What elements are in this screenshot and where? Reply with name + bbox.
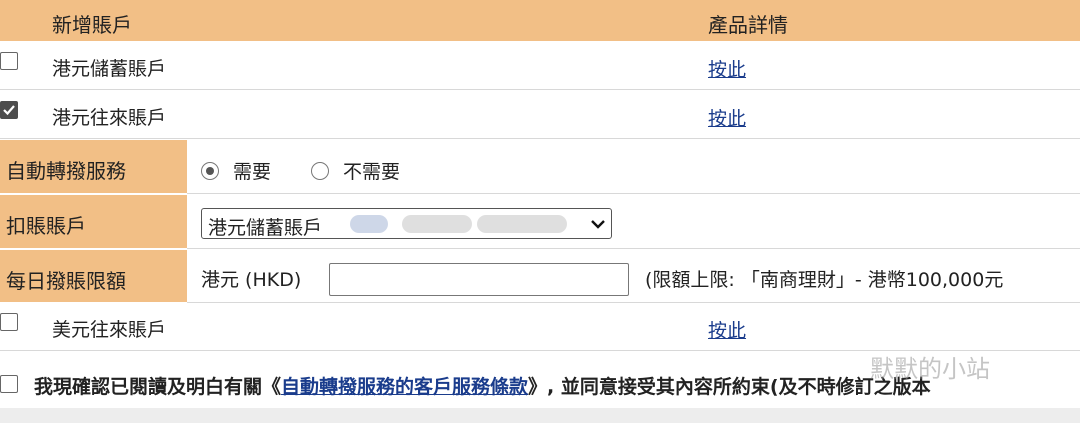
terms-consent-text: 我現確認已閱讀及明白有關《自動轉撥服務的客戶服務條款》, 並同意接受其內容所約束… — [34, 372, 931, 399]
bottom-bar — [0, 408, 1080, 423]
debit-account-label-cell: 扣賬賬戶 — [0, 195, 187, 248]
autotransfer-options: 需要 不需要 — [187, 140, 1080, 194]
usd-current-label: 美元往來賬戶 — [52, 319, 167, 341]
autotransfer-settings: 自動轉撥服務 需要 不需要 扣賬賬戶 每日撥賬限額 港元 (HKD) (限額上限… — [0, 139, 1080, 303]
debit-account-select[interactable]: 港元儲蓄賬戶 — [201, 208, 612, 239]
header-new-account: 新增賬戶 — [52, 13, 132, 37]
chevron-down-icon — [591, 220, 605, 229]
checkmark-icon — [3, 105, 15, 116]
debit-account-selected: 港元儲蓄賬戶 — [208, 217, 323, 239]
hkd-savings-details-link[interactable]: 按此 — [708, 55, 746, 82]
debit-account-label: 扣賬賬戶 — [6, 214, 86, 238]
autotransfer-no-radio[interactable] — [311, 162, 329, 180]
daily-limit-cell: 港元 (HKD) (限額上限: 「南商理財」- 港幣100,000元 — [187, 250, 1080, 303]
hkd-current-label: 港元往來賬戶 — [52, 107, 167, 129]
autotransfer-yes-radio[interactable] — [201, 162, 219, 180]
autotransfer-yes-label: 需要 — [233, 161, 272, 183]
hkd-savings-checkbox[interactable] — [0, 52, 18, 70]
terms-of-service-link[interactable]: 自動轉撥服務的客戶服務條款 — [281, 376, 528, 398]
account-row-hkd-savings: 港元儲蓄賬戶 按此 — [0, 41, 1080, 90]
daily-limit-currency: 港元 (HKD) — [201, 269, 302, 291]
daily-limit-input[interactable] — [329, 263, 629, 296]
consent-open-quote: 《 — [262, 376, 282, 398]
account-row-usd-current: 美元往來賬戶 按此 — [0, 302, 1080, 351]
hkd-current-details-link[interactable]: 按此 — [708, 104, 746, 131]
hkd-savings-label: 港元儲蓄賬戶 — [52, 58, 167, 80]
hkd-current-checkbox[interactable] — [0, 101, 18, 119]
autotransfer-no-label: 不需要 — [343, 161, 401, 183]
daily-limit-label: 每日撥賬限額 — [6, 269, 126, 293]
redacted-account-number — [402, 215, 472, 233]
terms-consent-checkbox[interactable] — [0, 375, 18, 393]
redacted-account-number — [477, 215, 567, 233]
autotransfer-label-cell: 自動轉撥服務 — [0, 140, 187, 193]
header-product-details: 產品詳情 — [708, 13, 788, 37]
usd-current-checkbox[interactable] — [0, 313, 18, 331]
daily-limit-note: (限額上限: 「南商理財」- 港幣100,000元 — [645, 269, 1004, 291]
daily-limit-label-cell: 每日撥賬限額 — [0, 250, 187, 302]
watermark: 默默的小站 — [870, 355, 990, 383]
usd-current-details-link[interactable]: 按此 — [708, 316, 746, 343]
table-header: 新增賬戶 產品詳情 — [0, 0, 1080, 41]
autotransfer-label: 自動轉撥服務 — [6, 159, 126, 183]
account-opening-form: 新增賬戶 產品詳情 港元儲蓄賬戶 按此 港元往來賬戶 按此 自動轉撥服務 需要 … — [0, 0, 1080, 423]
consent-prefix: 我現確認已閱讀及明白有關 — [34, 376, 263, 398]
account-row-hkd-current: 港元往來賬戶 按此 — [0, 90, 1080, 139]
redacted-account-number — [350, 215, 388, 233]
